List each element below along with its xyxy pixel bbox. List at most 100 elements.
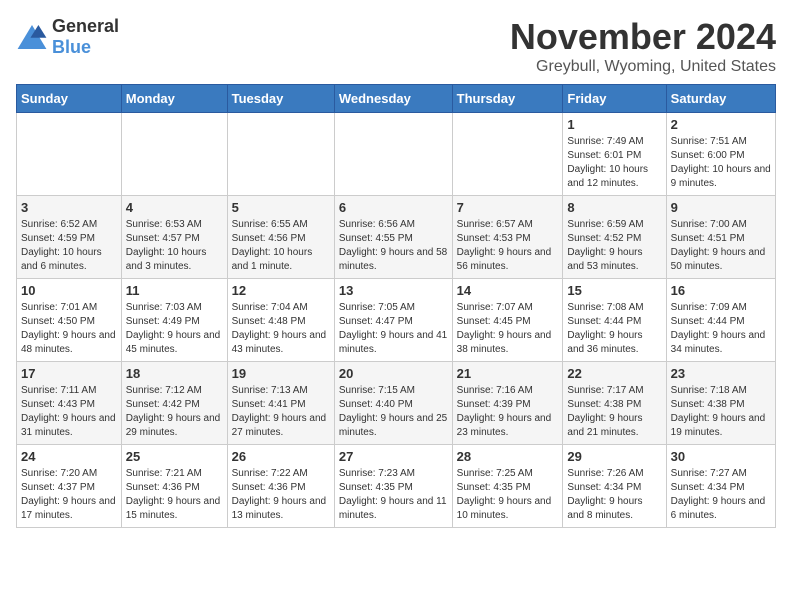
day-number: 13 xyxy=(339,283,448,298)
day-cell xyxy=(17,113,122,196)
header-cell-sunday: Sunday xyxy=(17,85,122,113)
day-number: 23 xyxy=(671,366,771,381)
day-number: 26 xyxy=(232,449,330,464)
week-row-1: 3 Sunrise: 6:52 AM Sunset: 4:59 PM Daylig… xyxy=(17,196,776,279)
day-info: Sunrise: 7:11 AM Sunset: 4:43 PM Dayligh… xyxy=(21,384,117,440)
day-info: Sunrise: 7:04 AM Sunset: 4:48 PM Dayligh… xyxy=(232,301,330,357)
day-info: Sunrise: 6:52 AM Sunset: 4:59 PM Dayligh… xyxy=(21,218,117,274)
header-cell-tuesday: Tuesday xyxy=(227,85,334,113)
day-info: Sunrise: 7:17 AM Sunset: 4:38 PM Dayligh… xyxy=(567,384,661,440)
week-row-4: 24Sunrise: 7:20 AM Sunset: 4:37 PM Dayli… xyxy=(17,445,776,528)
day-cell: 14 Sunrise: 7:07 AM Sunset: 4:45 PM Dayli… xyxy=(452,279,563,362)
day-info: Sunrise: 7:07 AM Sunset: 4:45 PM Dayligh… xyxy=(457,301,559,357)
day-number: 9 xyxy=(671,200,771,215)
day-info: Sunrise: 6:56 AM Sunset: 4:55 PM Dayligh… xyxy=(339,218,448,274)
day-info: Sunrise: 7:12 AM Sunset: 4:42 PM Dayligh… xyxy=(126,384,223,440)
day-number: 28 xyxy=(457,449,559,464)
day-info: Sunrise: 7:08 AM Sunset: 4:44 PM Dayligh… xyxy=(567,301,661,357)
day-info: Sunrise: 7:05 AM Sunset: 4:47 PM Dayligh… xyxy=(339,301,448,357)
day-cell: 23 Sunrise: 7:18 AM Sunset: 4:38 PM Dayli… xyxy=(666,362,775,445)
day-cell: 7 Sunrise: 6:57 AM Sunset: 4:53 PM Daylig… xyxy=(452,196,563,279)
day-number: 2 xyxy=(671,117,771,132)
day-number: 19 xyxy=(232,366,330,381)
logo-general: General xyxy=(52,16,119,36)
day-cell xyxy=(452,113,563,196)
day-cell xyxy=(121,113,227,196)
day-number: 25 xyxy=(126,449,223,464)
day-number: 4 xyxy=(126,200,223,215)
header-cell-friday: Friday xyxy=(563,85,666,113)
day-number: 11 xyxy=(126,283,223,298)
day-number: 7 xyxy=(457,200,559,215)
header: General Blue November 2024 Greybull, Wyo… xyxy=(16,16,776,76)
day-cell: 9 Sunrise: 7:00 AM Sunset: 4:51 PM Daylig… xyxy=(666,196,775,279)
day-info: Sunrise: 7:18 AM Sunset: 4:38 PM Dayligh… xyxy=(671,384,771,440)
day-cell: 25 Sunrise: 7:21 AM Sunset: 4:36 PM Dayli… xyxy=(121,445,227,528)
day-cell: 21 Sunrise: 7:16 AM Sunset: 4:39 PM Dayli… xyxy=(452,362,563,445)
day-info: Sunrise: 7:27 AM Sunset: 4:34 PM Dayligh… xyxy=(671,467,771,523)
day-cell: 1Sunrise: 7:49 AM Sunset: 6:01 PM Daylig… xyxy=(563,113,666,196)
day-info: Sunrise: 7:49 AM Sunset: 6:01 PM Dayligh… xyxy=(567,135,661,191)
day-info: Sunrise: 7:09 AM Sunset: 4:44 PM Dayligh… xyxy=(671,301,771,357)
day-number: 14 xyxy=(457,283,559,298)
day-number: 10 xyxy=(21,283,117,298)
day-cell: 13 Sunrise: 7:05 AM Sunset: 4:47 PM Dayli… xyxy=(334,279,452,362)
logo-text: General Blue xyxy=(52,16,119,58)
day-number: 22 xyxy=(567,366,661,381)
day-cell: 18 Sunrise: 7:12 AM Sunset: 4:42 PM Dayli… xyxy=(121,362,227,445)
day-info: Sunrise: 7:01 AM Sunset: 4:50 PM Dayligh… xyxy=(21,301,117,357)
day-cell: 28 Sunrise: 7:25 AM Sunset: 4:35 PM Dayli… xyxy=(452,445,563,528)
day-cell: 4 Sunrise: 6:53 AM Sunset: 4:57 PM Daylig… xyxy=(121,196,227,279)
day-info: Sunrise: 7:22 AM Sunset: 4:36 PM Dayligh… xyxy=(232,467,330,523)
header-row: SundayMondayTuesdayWednesdayThursdayFrid… xyxy=(17,85,776,113)
day-cell: 27 Sunrise: 7:23 AM Sunset: 4:35 PM Dayli… xyxy=(334,445,452,528)
day-number: 16 xyxy=(671,283,771,298)
day-cell xyxy=(334,113,452,196)
day-cell: 5 Sunrise: 6:55 AM Sunset: 4:56 PM Daylig… xyxy=(227,196,334,279)
day-cell xyxy=(227,113,334,196)
day-info: Sunrise: 7:03 AM Sunset: 4:49 PM Dayligh… xyxy=(126,301,223,357)
day-cell: 19 Sunrise: 7:13 AM Sunset: 4:41 PM Dayli… xyxy=(227,362,334,445)
day-info: Sunrise: 7:26 AM Sunset: 4:34 PM Dayligh… xyxy=(567,467,661,523)
day-number: 24 xyxy=(21,449,117,464)
day-cell: 6Sunrise: 6:56 AM Sunset: 4:55 PM Daylig… xyxy=(334,196,452,279)
day-info: Sunrise: 7:23 AM Sunset: 4:35 PM Dayligh… xyxy=(339,467,448,523)
day-number: 18 xyxy=(126,366,223,381)
calendar-table: SundayMondayTuesdayWednesdayThursdayFrid… xyxy=(16,84,776,528)
header-cell-thursday: Thursday xyxy=(452,85,563,113)
day-number: 17 xyxy=(21,366,117,381)
day-cell: 22 Sunrise: 7:17 AM Sunset: 4:38 PM Dayli… xyxy=(563,362,666,445)
day-number: 3 xyxy=(21,200,117,215)
day-info: Sunrise: 7:13 AM Sunset: 4:41 PM Dayligh… xyxy=(232,384,330,440)
day-number: 27 xyxy=(339,449,448,464)
day-info: Sunrise: 7:15 AM Sunset: 4:40 PM Dayligh… xyxy=(339,384,448,440)
day-cell: 3 Sunrise: 6:52 AM Sunset: 4:59 PM Daylig… xyxy=(17,196,122,279)
week-row-0: 1Sunrise: 7:49 AM Sunset: 6:01 PM Daylig… xyxy=(17,113,776,196)
day-number: 30 xyxy=(671,449,771,464)
day-number: 8 xyxy=(567,200,661,215)
logo: General Blue xyxy=(16,16,119,58)
day-cell: 16 Sunrise: 7:09 AM Sunset: 4:44 PM Dayli… xyxy=(666,279,775,362)
day-number: 21 xyxy=(457,366,559,381)
day-cell: 15Sunrise: 7:08 AM Sunset: 4:44 PM Dayli… xyxy=(563,279,666,362)
day-cell: 8Sunrise: 6:59 AM Sunset: 4:52 PM Daylig… xyxy=(563,196,666,279)
day-info: Sunrise: 6:57 AM Sunset: 4:53 PM Dayligh… xyxy=(457,218,559,274)
day-cell: 20 Sunrise: 7:15 AM Sunset: 4:40 PM Dayli… xyxy=(334,362,452,445)
day-info: Sunrise: 6:55 AM Sunset: 4:56 PM Dayligh… xyxy=(232,218,330,274)
month-title: November 2024 xyxy=(510,16,776,58)
logo-blue: Blue xyxy=(52,37,91,57)
day-info: Sunrise: 7:25 AM Sunset: 4:35 PM Dayligh… xyxy=(457,467,559,523)
day-info: Sunrise: 7:21 AM Sunset: 4:36 PM Dayligh… xyxy=(126,467,223,523)
day-number: 20 xyxy=(339,366,448,381)
day-cell: 17 Sunrise: 7:11 AM Sunset: 4:43 PM Dayli… xyxy=(17,362,122,445)
header-cell-wednesday: Wednesday xyxy=(334,85,452,113)
header-cell-monday: Monday xyxy=(121,85,227,113)
day-number: 12 xyxy=(232,283,330,298)
day-info: Sunrise: 6:53 AM Sunset: 4:57 PM Dayligh… xyxy=(126,218,223,274)
day-info: Sunrise: 7:00 AM Sunset: 4:51 PM Dayligh… xyxy=(671,218,771,274)
day-info: Sunrise: 7:16 AM Sunset: 4:39 PM Dayligh… xyxy=(457,384,559,440)
week-row-2: 10 Sunrise: 7:01 AM Sunset: 4:50 PM Dayli… xyxy=(17,279,776,362)
day-cell: 11 Sunrise: 7:03 AM Sunset: 4:49 PM Dayli… xyxy=(121,279,227,362)
location-title: Greybull, Wyoming, United States xyxy=(510,58,776,76)
day-number: 5 xyxy=(232,200,330,215)
